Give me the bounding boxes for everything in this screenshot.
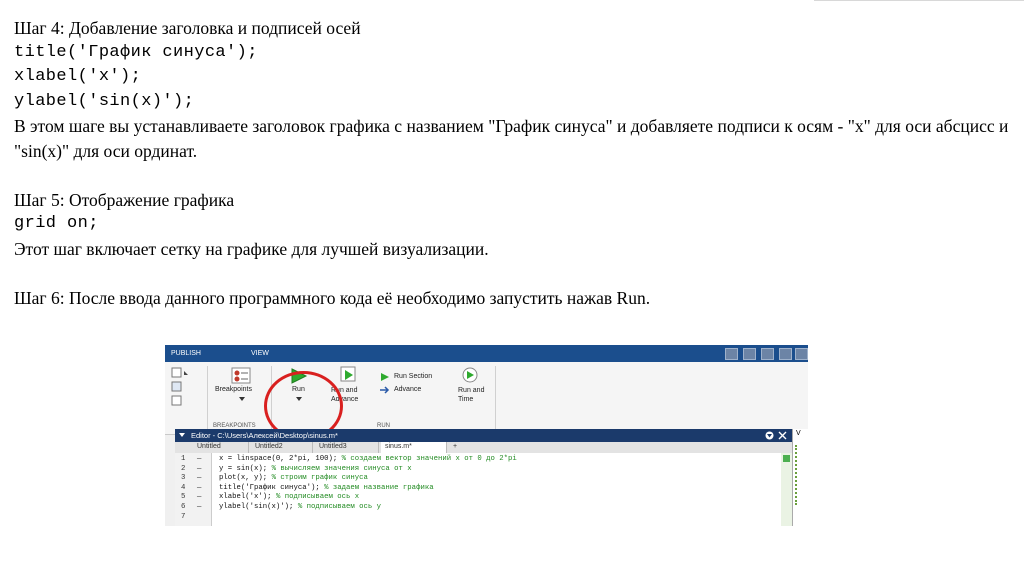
line-source: xlabel('x'); % подписываем ось x xyxy=(219,493,359,501)
expand-icon[interactable] xyxy=(795,348,808,360)
line-code: ylabel('sin(x)'); xyxy=(219,503,294,511)
editor-title-bar: Editor - C:\Users\Алексей\Desktop\sinus.… xyxy=(175,429,792,442)
close-icon[interactable] xyxy=(778,431,787,440)
undo-icon[interactable] xyxy=(743,348,756,360)
code-line[interactable]: 6 — ylabel('sin(x)'); % подписываем ось y xyxy=(175,503,775,513)
editor-tabs: Untitled Untitled2 Untitled3 sinus.m* + xyxy=(175,442,792,453)
line-dash: — xyxy=(197,503,202,511)
code-line[interactable]: 7 xyxy=(175,513,775,523)
line-source xyxy=(219,513,223,521)
line-number: 2 xyxy=(181,464,186,473)
line-number: 5 xyxy=(181,493,186,502)
line-code: plot(x, y); xyxy=(219,474,268,483)
line-source: plot(x, y); % строим график синуса xyxy=(219,474,368,482)
line-number: 1 xyxy=(181,455,186,463)
line-dash: — xyxy=(197,464,202,473)
step4-code-line-2: xlabel('x'); xyxy=(14,67,142,86)
line-comment: % подписываем ось x xyxy=(275,493,360,502)
help-icon[interactable] xyxy=(779,348,792,360)
ribbon-toolbar: Breakpoints BREAKPOINTS Run Run and Adva… xyxy=(165,362,808,441)
step4-code-line-3: ylabel('sin(x)'); xyxy=(14,91,195,111)
run-and-time-icon[interactable] xyxy=(461,366,479,384)
breakpoints-label[interactable]: Breakpoints xyxy=(215,386,252,393)
editor-menu-icon[interactable] xyxy=(178,431,186,439)
line-number: 6 xyxy=(181,503,186,511)
line-dash: — xyxy=(197,483,202,492)
code-line[interactable]: 1 — x = linspace(0, 2*pi, 100); % создаем … xyxy=(175,455,775,465)
line-comment: % строим график синуса xyxy=(271,474,368,483)
line-dash: — xyxy=(197,493,202,502)
breakpoints-icon[interactable] xyxy=(231,367,253,385)
add-tab-button[interactable]: + xyxy=(449,442,467,453)
step4-description: В этом шаге вы устанавливаете заголовок … xyxy=(14,116,1009,161)
line-number: 7 xyxy=(181,512,186,521)
status-indicator-icon xyxy=(783,455,790,462)
file-tools-icons[interactable] xyxy=(171,366,201,406)
step4-code-line-1: title('График синуса'); xyxy=(14,42,258,62)
code-line[interactable]: 3 — plot(x, y); % строим график синуса xyxy=(175,474,775,484)
editor-options-icon[interactable] xyxy=(765,431,774,440)
step6-text: Шаг 6: После ввода данного программного … xyxy=(14,287,651,308)
top-rule xyxy=(814,0,1024,5)
run-section-label[interactable]: Run Section xyxy=(394,373,432,380)
tab-untitled3[interactable]: Untitled3 xyxy=(315,442,379,453)
code-line[interactable]: 4 — title('График синуса'); % задаем назва… xyxy=(175,484,775,494)
line-comment: % подписываем ось y xyxy=(297,503,382,511)
code-line[interactable]: 5 — xlabel('x'); % подписываем ось x xyxy=(175,493,775,503)
step5-heading: Шаг 5: Отображение графика xyxy=(14,189,235,210)
window-icon[interactable] xyxy=(725,348,738,360)
workspace-panel-label: V xyxy=(796,430,801,437)
workspace-marks xyxy=(795,445,807,505)
code-analyzer-bar xyxy=(781,453,792,526)
line-number: 4 xyxy=(181,483,186,492)
run-and-time-label[interactable]: Run and Time xyxy=(458,386,484,404)
line-code: y = sin(x); xyxy=(219,464,268,473)
advance-icon[interactable] xyxy=(379,385,391,395)
line-source: title('График синуса'); % задаем названи… xyxy=(219,484,434,492)
slide-text: Шаг 4: Добавление заголовка и подписей о… xyxy=(14,16,1014,310)
tab-view[interactable]: VIEW xyxy=(251,350,269,357)
run-section-icon[interactable] xyxy=(379,372,391,382)
workspace-panel: V xyxy=(792,429,808,526)
run-and-advance-icon[interactable] xyxy=(339,366,359,384)
code-editor[interactable]: 1 — x = linspace(0, 2*pi, 100); % создаем … xyxy=(175,453,792,526)
line-dash: — xyxy=(197,455,202,463)
redo-icon[interactable] xyxy=(761,348,774,360)
matlab-screenshot: PUBLISH VIEW Breakpoints BREAKPOINTS Run… xyxy=(165,345,808,526)
advance-label[interactable]: Advance xyxy=(394,386,421,393)
step5-description: Этот шаг включает сетку на графике для л… xyxy=(14,238,489,259)
ribbon-tab-bar: PUBLISH VIEW xyxy=(165,345,808,362)
tab-sinus[interactable]: sinus.m* xyxy=(381,442,447,453)
line-code: x = linspace(0, 2*pi, 100); xyxy=(219,455,338,463)
tab-publish[interactable]: PUBLISH xyxy=(171,350,201,357)
editor-title: Editor - C:\Users\Алексей\Desktop\sinus.… xyxy=(191,431,338,440)
line-comment: % вычисляем значения синуса от x xyxy=(271,464,412,473)
tab-untitled2[interactable]: Untitled2 xyxy=(251,442,313,453)
line-source: x = linspace(0, 2*pi, 100); % создаем ве… xyxy=(219,455,517,463)
line-source: y = sin(x); % вычисляем значения синуса … xyxy=(219,465,412,473)
line-comment: % задаем название графика xyxy=(324,483,434,492)
line-code: xlabel('x'); xyxy=(219,493,272,502)
line-dash: — xyxy=(197,474,202,483)
line-number: 3 xyxy=(181,474,186,483)
step5-code: grid on; xyxy=(14,214,99,233)
line-source: ylabel('sin(x)'); % подписываем ось y xyxy=(219,503,381,511)
line-code: title('График синуса'); xyxy=(219,483,320,492)
step4-heading: Шаг 4: Добавление заголовка и подписей о… xyxy=(14,18,361,38)
tab-untitled[interactable]: Untitled xyxy=(193,442,249,453)
chevron-down-icon[interactable] xyxy=(239,397,245,401)
code-line[interactable]: 2 — y = sin(x); % вычисляем значения синус… xyxy=(175,465,775,475)
line-comment: % создаем вектор значений x от 0 до 2*pi xyxy=(341,455,517,463)
